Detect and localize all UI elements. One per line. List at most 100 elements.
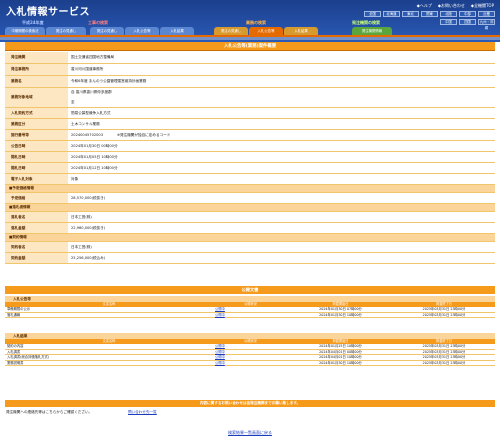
category-construction: 工事の検索	[88, 20, 108, 25]
detail-key: 落札者名	[5, 212, 68, 222]
tab-pub-search[interactable]: 中期期間の検索法	[5, 27, 45, 35]
region-tab[interactable]: 中部	[459, 11, 476, 17]
section-label: ■契約情報	[5, 234, 495, 241]
detail-table: 発注機関 国土交通省四国地方整備局 発注事務所 香川河川国道事務所 業務名 令和…	[5, 52, 495, 264]
all-agencies-link[interactable]: ◆全機関TOP	[471, 3, 494, 9]
detail-value: 香川河川国道事務所	[71, 67, 104, 71]
region-tab[interactable]: 九州・沖縄	[478, 19, 495, 30]
inquiry-list-link[interactable]: 問い合わせ先一覧	[128, 410, 157, 415]
detail-row: 入札契約方式 簡易公募型競争入札方式	[5, 108, 495, 119]
tab-local-info[interactable]: 発注機関情報	[352, 27, 392, 35]
detail-key: 発注事務所	[5, 64, 68, 75]
detail-key: 落札金額	[5, 223, 68, 233]
doc-start: 2024年01月30日 10時00分	[288, 313, 393, 319]
detail-key: 電子入札対象	[5, 174, 68, 184]
region-nav-row2: 中国 四国 九州・沖縄	[440, 19, 495, 30]
doc-link[interactable]: 公開中	[213, 313, 288, 319]
region-tab[interactable]: 四国	[459, 19, 476, 25]
page-title: 入札公告等(業務)案件概要	[5, 42, 495, 51]
tab-srv-result[interactable]: 入札結果	[284, 27, 318, 35]
detail-row: 発注機関 国土交通省四国地方整備局	[5, 52, 495, 64]
doc-end: 2025年03月31日 23時00分	[393, 361, 495, 367]
detail-row: 業務対象地域 自 香川県香川県仲多度郡 至	[5, 88, 495, 108]
region-tab[interactable]: 近畿	[478, 11, 495, 17]
detail-key: 契約金額	[5, 253, 68, 263]
tab-con-notice[interactable]: 入札公告等	[125, 27, 159, 35]
detail-row: 施行番号等 20240045702003 ※発注機関が独自に定めるコード	[5, 130, 495, 141]
section-label: ■予定価格情報	[5, 185, 495, 192]
detail-row: 開札日時 2024年01月05日 10時00分	[5, 152, 495, 163]
region-nav-row1: 全国 北海道 東北 関東 北陸 中部 近畿	[364, 11, 495, 17]
detail-value: 自 香川県香川県仲多度郡 至	[68, 88, 495, 107]
region-tab[interactable]: 北陸	[440, 11, 457, 17]
region-tab[interactable]: 関東	[421, 11, 438, 17]
section-label: ■落札者情報	[5, 204, 495, 211]
tab-con-result[interactable]: 入札結果	[160, 27, 194, 35]
detail-value: 2024年01月12日 10時00分	[71, 165, 118, 170]
category-service: 業務の検索	[246, 20, 266, 25]
detail-value: 国土交通省四国地方整備局	[71, 55, 115, 59]
help-link[interactable]: ◆ヘルプ	[417, 3, 432, 9]
doc-name: 落札通報	[5, 313, 213, 319]
region-tab[interactable]: 中国	[440, 19, 457, 25]
area-to: 至	[71, 99, 75, 104]
tab-srv-outlook[interactable]: 発注の見通し	[214, 27, 248, 35]
detail-row: 公告日時 2024年01月30日 00時00分	[5, 141, 495, 152]
detail-row: 契約者名 日本工営(株)	[5, 242, 495, 253]
detail-value: 令和6年度 まんのう公園管理運営維持計画業務	[71, 79, 147, 83]
tab-pub-outlook[interactable]: 発注の見通し	[46, 27, 86, 35]
tab-con-outlook[interactable]: 発注の見通し	[90, 27, 124, 35]
detail-row: 予定価格 28,570,000(税抜き)	[5, 193, 495, 204]
detail-key: 業務対象地域	[5, 88, 68, 107]
section-header: ■契約情報	[5, 234, 495, 242]
detail-value: 2024年01月05日 10時00分	[71, 154, 118, 159]
detail-value: 28,570,000(税抜き)	[71, 195, 106, 200]
detail-key: 公告日時	[5, 141, 68, 151]
case-number-note: ※発注機関が独自に定めるコード	[117, 132, 171, 137]
region-tab[interactable]: 北海道	[383, 11, 400, 17]
detail-value: 対象	[71, 176, 79, 181]
header-links: ◆ヘルプ ◆お問い合わせ ◆全機関TOP	[417, 3, 494, 9]
region-tab[interactable]: 全国	[364, 11, 381, 17]
detail-row: 業務区分 土木コンサル業務	[5, 119, 495, 130]
area-from: 自 香川県香川県仲多度郡	[71, 90, 112, 95]
detail-row: 電子入札対象 対象	[5, 174, 495, 185]
doc-start: 2024年01月30日 10時00分	[288, 361, 393, 367]
category-public: 平成24年度	[22, 20, 44, 25]
tab-srv-notice[interactable]: 入札公告等	[249, 27, 283, 35]
section-header: ■予定価格情報	[5, 185, 495, 193]
detail-key: 契約者名	[5, 242, 68, 252]
category-local: 発注機関の検索	[352, 20, 380, 25]
detail-row: 落札者名 日本工営(株)	[5, 212, 495, 223]
back-to-results-link[interactable]: 検索結果一覧画面に戻る	[0, 430, 500, 436]
detail-value: 日本工営(株)	[71, 214, 92, 219]
doc-link[interactable]: 公開中	[213, 361, 288, 367]
detail-row: 契約金額 25,256,000(税込み)	[5, 253, 495, 264]
site-logo[interactable]: 入札情報サービス	[6, 3, 90, 18]
result-documents: 入札結果 文書名称 公開状況 掲載開始日 掲載終了日 契約の内容 公開中 202…	[5, 333, 495, 367]
notice-documents: 入札公告等 文書名称 公開状況 掲載開始日 掲載終了日 準備期限の公示 公開中 …	[5, 296, 495, 319]
detail-row: 業務名 令和6年度 まんのう公園管理運営維持計画業務	[5, 76, 495, 88]
doc-end: 2025年03月31日 23時00分	[393, 313, 495, 319]
detail-value: 2024年01月30日 00時00分	[71, 143, 118, 148]
detail-value: 25,256,000(税込み)	[71, 255, 106, 260]
doc-name: 業務説明書	[5, 361, 213, 367]
detail-row: 開札日時 2024年01月12日 10時00分	[5, 163, 495, 174]
detail-row: 落札金額 22,960,000(税抜き)	[5, 223, 495, 234]
region-tab[interactable]: 東北	[402, 11, 419, 17]
site-header: 入札情報サービス ◆ヘルプ ◆お問い合わせ ◆全機関TOP 全国 北海道 東北 …	[0, 0, 500, 42]
section-header: ■落札者情報	[5, 204, 495, 212]
detail-value: 22,960,000(税抜き)	[71, 225, 106, 230]
documents-table: 文書名称 公開状況 掲載開始日 掲載終了日 準備期限の公示 公開中 2024年0…	[5, 302, 495, 319]
contact-notice: 内容に関するお問い合わせは各発注機関までお願い致します。	[5, 400, 495, 407]
detail-value: 土木コンサル業務	[71, 121, 100, 126]
detail-key: 発注機関	[5, 52, 68, 63]
detail-key: 業務区分	[5, 119, 68, 129]
detail-key: 予定価格	[5, 193, 68, 203]
detail-value: 簡易公募型競争入札方式	[71, 110, 111, 115]
detail-key: 入札契約方式	[5, 108, 68, 118]
contact-link[interactable]: ◆お問い合わせ	[438, 3, 465, 9]
detail-value: 日本工営(株)	[71, 244, 92, 249]
documents-table: 文書名称 公開状況 掲載開始日 掲載終了日 契約の内容 公開中 2024年01月…	[5, 339, 495, 367]
detail-key: 業務名	[5, 76, 68, 87]
